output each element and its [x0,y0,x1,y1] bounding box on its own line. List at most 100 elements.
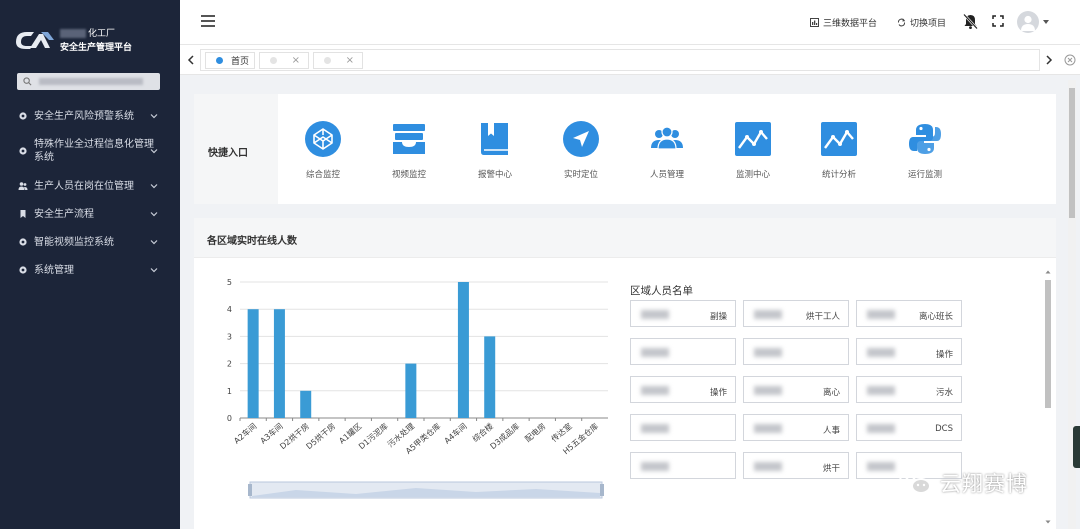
quick-item-label: 综合监控 [305,170,340,180]
line-chart-icon [821,122,857,156]
roster-cell[interactable]: 烘干 [743,452,849,479]
bar[interactable] [273,309,285,418]
data-zoom-handle[interactable] [248,484,252,496]
chevron-down-icon [150,184,158,189]
logo-title-line2: 安全生产管理平台 [60,43,133,53]
user-avatar[interactable] [1017,11,1039,33]
bookmark-icon [20,210,26,218]
hamburger-menu-icon[interactable] [201,15,215,27]
tab-home[interactable]: 首页 [205,52,255,69]
quick-item-label: 统计分析 [821,170,856,180]
top-header: 三维数据平台 切换项目 [180,0,1080,44]
watermark: 云翔赛博 [898,468,1028,498]
bar[interactable] [405,363,417,418]
close-icon[interactable]: × [292,55,300,66]
quick-item-video-monitoring[interactable]: 视频监控 [374,120,444,180]
bar[interactable] [457,282,469,418]
quick-item-operation-monitoring[interactable]: 运行监测 [890,120,960,180]
tab-dot [270,57,277,64]
roster-title: 区域人员名单 [630,285,693,297]
blurred-name [641,462,669,471]
inbox-icon [393,124,425,154]
quick-access-panel: 快捷入口 综合监控 视频监控 报警中心 实时定位 人员管理 监测中心 统计分析 … [194,94,1056,204]
sidebar-item-label: 系统管理 [34,264,74,276]
tab-item[interactable]: × [313,52,363,69]
gear-icon [19,147,27,155]
sidebar-item-label: 安全生产风险预警系统 [34,110,134,122]
roster-cell[interactable]: 操作 [856,338,962,365]
sidebar-item-staff-onduty[interactable]: 生产人员在岗在位管理 [0,172,180,200]
fullscreen-icon[interactable] [992,15,1004,27]
quick-item-alarm-center[interactable]: 报警中心 [460,120,530,180]
scrollbar-thumb[interactable] [1069,88,1075,218]
switch-project-link[interactable]: 切换项目 [897,16,946,29]
scrollbar-thumb[interactable] [1045,280,1051,408]
blurred-name [754,424,782,433]
sidebar-item-safety-process[interactable]: 安全生产流程 [0,200,180,228]
roster-role: 操作 [709,388,727,398]
sidebar-item-risk-warning[interactable]: 安全生产风险预警系统 [0,102,180,130]
chevron-right-icon[interactable] [1044,54,1054,66]
roster-cell[interactable]: 副操 [630,300,736,327]
notification-off-icon[interactable] [962,13,979,30]
3d-data-platform-link[interactable]: 三维数据平台 [810,16,877,29]
x-tick-label: D3成品库 [488,421,521,451]
roster-cell[interactable]: 离心班长 [856,300,962,327]
sidebar-item-system-admin[interactable]: 系统管理 [0,256,180,284]
roster-cell[interactable]: 烘干工人 [743,300,849,327]
close-icon[interactable]: × [346,55,354,66]
scroll-up-icon[interactable] [1044,268,1052,276]
roster-cell[interactable] [630,452,736,479]
bar[interactable] [247,309,259,418]
blurred-name [754,348,782,357]
quick-item-statistics[interactable]: 统计分析 [804,120,874,180]
book-icon [481,123,508,155]
quick-item-integrated-monitoring[interactable]: 综合监控 [288,120,358,180]
roster-cell[interactable]: DCS [856,414,962,441]
bar[interactable] [300,390,312,418]
chevron-down-icon [150,212,158,217]
roster-role: 离心班长 [918,312,953,322]
sidebar-item-video-monitoring[interactable]: 智能视频监控系统 [0,228,180,256]
roster-cell[interactable]: 操作 [630,376,736,403]
scroll-down-icon[interactable] [1044,518,1052,526]
y-tick-label: 2 [227,360,232,369]
side-drawer-handle[interactable] [1073,426,1080,468]
active-tab-dot [216,57,223,64]
gear-icon [19,112,27,120]
quick-item-realtime-location[interactable]: 实时定位 [546,120,616,180]
quick-item-personnel-management[interactable]: 人员管理 [632,120,702,180]
blurred-name [754,462,782,471]
roster-role: 离心 [822,388,840,398]
roster-cell[interactable]: 人事 [743,414,849,441]
app-logo[interactable]: 化工厂 安全生产管理平台 [14,22,174,58]
blurred-name [867,462,895,471]
y-tick-label: 4 [227,305,232,314]
quick-item-label: 实时定位 [563,170,598,180]
roster-cell[interactable]: 污水 [856,376,962,403]
caret-down-icon[interactable] [1043,20,1049,24]
sidebar-item-special-work[interactable]: 特殊作业全过程信息化管理系统 [0,130,180,172]
roster-cell[interactable]: 离心 [743,376,849,403]
tab-item[interactable]: × [259,52,309,69]
y-tick-label: 0 [227,414,232,423]
y-tick-label: 1 [227,387,232,396]
roster-cell[interactable] [743,338,849,365]
panel-scrollbar[interactable] [1044,268,1052,526]
blurred-name [867,310,895,319]
menu-search-input[interactable] [17,73,160,90]
roster-cell[interactable] [630,338,736,365]
tab-bar: 首页 × × [180,44,1080,75]
people-icon [18,182,28,190]
close-all-tabs-icon[interactable] [1064,54,1076,66]
quick-item-monitoring-center[interactable]: 监测中心 [718,120,788,180]
chevron-left-icon[interactable] [186,54,196,66]
roster-role: 烘干工人 [805,312,840,322]
roster-cell[interactable] [630,414,736,441]
sidebar-item-label: 特殊作业全过程信息化管理系统 [34,139,154,163]
roster-role: 人事 [822,426,840,436]
blurred-name [867,348,895,357]
bar[interactable] [484,336,496,418]
blurred-name [641,310,669,319]
data-zoom-handle[interactable] [600,484,604,496]
